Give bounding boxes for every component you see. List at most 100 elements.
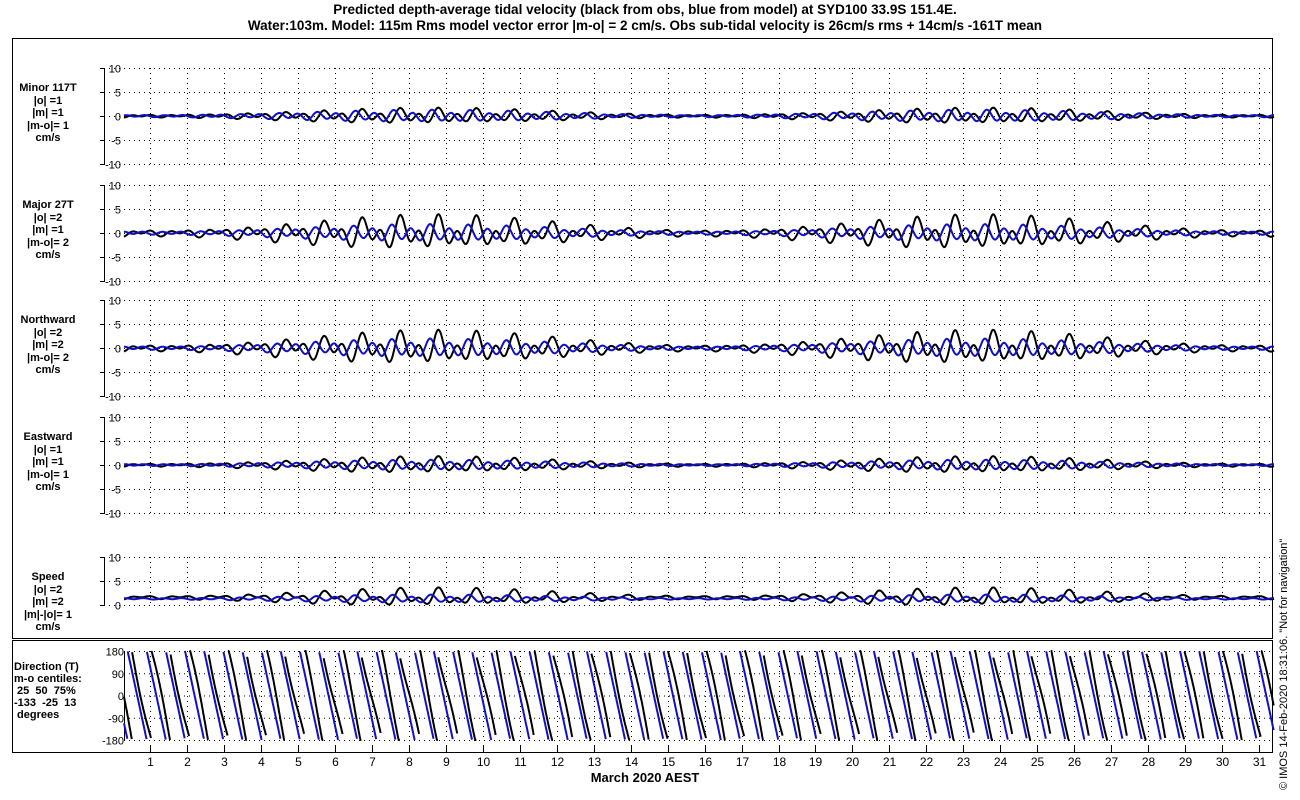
panel-label-line: cm/s	[35, 249, 61, 261]
xtick-label-21: 22	[920, 755, 934, 769]
xtick-label-19: 20	[846, 755, 860, 769]
panel-label-line: |o| =2	[33, 583, 63, 596]
ytick-label-major-3: -5	[111, 253, 121, 265]
xtick-label-14: 15	[662, 755, 676, 769]
xtick-label-16: 17	[736, 755, 750, 769]
xtick-label-27: 28	[1142, 755, 1156, 769]
xtick-label-24: 25	[1031, 755, 1045, 769]
ytick-label-major-0: 10	[109, 181, 121, 193]
panel-label-line: cm/s	[35, 621, 61, 633]
ytick-label-direction-4: -180	[102, 736, 124, 748]
panel-label-line: |m-o|= 1	[27, 119, 69, 132]
xtick-label-29: 30	[1216, 755, 1230, 769]
panel-label-direction: Direction (T) m-o centiles: 25 50 75% -133…	[14, 661, 82, 721]
ytick-label-northward-2: 0	[115, 344, 121, 356]
panel-label-line: Northward	[20, 314, 76, 326]
ytick-label-northward-0: 10	[109, 296, 121, 308]
xtick-label-12: 13	[588, 755, 602, 769]
xtick-label-25: 26	[1068, 755, 1082, 769]
panel-label-line: |m| =2	[32, 339, 64, 351]
ytick-label-speed-0: 10	[109, 553, 121, 565]
ytick-label-major-1: 5	[115, 205, 121, 217]
ytick-label-major-2: 0	[115, 229, 121, 241]
panel-label-northward: Northward |o| =2 |m| =2 |m-o|= 2 cm/s	[8, 314, 88, 377]
direction-label-line: degrees	[14, 709, 60, 721]
xtick-label-5: 6	[332, 755, 339, 769]
ytick-label-minor-1: 5	[115, 88, 121, 100]
ytick-label-direction-0: 180	[106, 647, 124, 659]
xtick-label-18: 19	[809, 755, 823, 769]
xtick-label-6: 7	[369, 755, 376, 769]
ytick-label-eastward-4: -10	[105, 509, 121, 521]
panel-label-line: cm/s	[35, 481, 61, 493]
panel-label-line: Speed	[31, 571, 65, 583]
xtick-label-8: 9	[443, 755, 450, 769]
xtick-label-9: 10	[477, 755, 491, 769]
xtick-label-4: 5	[295, 755, 302, 769]
xtick-label-13: 14	[625, 755, 639, 769]
ytick-label-northward-1: 5	[115, 320, 121, 332]
panel-label-line: |m-o|= 2	[27, 351, 69, 364]
direction-label-line: -133 -25 13	[14, 697, 77, 709]
panel-label-major: Major 27T |o| =2 |m| =1 |m-o|= 2 cm/s	[8, 199, 88, 262]
xtick-label-17: 18	[773, 755, 787, 769]
tidal-velocity-chart: 10 5 0 -5 -10 10 5 0 -5 -10 10 5 0 -5 -10 10 5 0 -5 -10 10 5 0…	[12, 38, 1275, 769]
panel-label-line: |m| =1	[32, 107, 64, 119]
ytick-label-northward-3: -5	[111, 368, 121, 380]
xtick-label-22: 23	[957, 755, 971, 769]
panel-label-line: |o| =1	[33, 443, 63, 456]
series-direction-model	[123, 650, 1275, 741]
panel-label-line: |m-o|= 1	[27, 468, 69, 481]
ytick-label-eastward-2: 0	[115, 461, 121, 473]
panel-label-speed: Speed |o| =2 |m| =2 |m|-|o|= 1 cm/s	[8, 571, 88, 634]
direction-label-line: m-o centiles:	[14, 673, 82, 685]
xtick-label-26: 27	[1105, 755, 1119, 769]
panel-label-minor: Minor 117T |o| =1 |m| =1 |m-o|= 1 cm/s	[8, 82, 88, 145]
xtick-label-10: 11	[514, 755, 527, 769]
xtick-label-11: 12	[551, 755, 565, 769]
ytick-label-northward-4: -10	[105, 392, 121, 404]
xtick-label-20: 21	[883, 755, 897, 769]
panel-label-line: Major 27T	[22, 199, 74, 211]
panel-label-line: |m|-|o|= 1	[23, 608, 73, 621]
ytick-label-speed-1: 5	[115, 577, 121, 589]
ytick-label-minor-0: 10	[109, 64, 121, 76]
ytick-label-eastward-1: 5	[115, 437, 121, 449]
direction-label-line: Direction (T)	[14, 661, 79, 673]
ytick-label-major-4: -10	[105, 277, 121, 289]
panel-label-line: |m| =2	[32, 596, 64, 608]
panel-label-line: |m| =1	[32, 224, 64, 236]
panel-label-line: cm/s	[35, 132, 61, 144]
footer-credit: © IMOS 14-Feb-2020 18:31:06. "Not for na…	[1278, 538, 1290, 790]
xtick-label-23: 24	[994, 755, 1008, 769]
upper-frame	[12, 38, 1273, 639]
xtick-label-3: 4	[258, 755, 265, 769]
panel-label-line: |o| =2	[33, 211, 63, 224]
panel-label-line: Minor 117T	[19, 82, 77, 94]
panel-label-line: |o| =2	[33, 326, 63, 339]
panel-label-line: |o| =1	[33, 94, 63, 107]
xtick-label-30: 31	[1253, 755, 1267, 769]
ytick-label-speed-2: 0	[115, 601, 121, 613]
panel-label-line: |m| =1	[32, 456, 64, 468]
xtick-label-28: 29	[1179, 755, 1193, 769]
ytick-label-eastward-0: 10	[109, 413, 121, 425]
panel-label-line: |m-o|= 2	[27, 236, 69, 249]
xtick-label-2: 3	[221, 755, 228, 769]
direction-label-line: 25 50 75%	[14, 685, 76, 697]
xtick-label-7: 8	[406, 755, 413, 769]
xtick-label-15: 16	[699, 755, 713, 769]
panel-label-line: cm/s	[35, 364, 61, 376]
panel-label-line: Eastward	[23, 431, 73, 443]
ytick-label-direction-1: 90	[112, 669, 124, 681]
xtick-label-0: 1	[147, 755, 154, 769]
panel-label-eastward: Eastward |o| =1 |m| =1 |m-o|= 1 cm/s	[8, 431, 88, 494]
ytick-label-minor-4: -10	[105, 160, 121, 172]
ytick-label-minor-3: -5	[111, 136, 121, 148]
series-major-obs	[123, 213, 1275, 249]
x-axis-label: March 2020 AEST	[590, 770, 700, 785]
ytick-label-minor-2: 0	[115, 112, 121, 124]
ytick-label-direction-3: -90	[108, 713, 124, 725]
xtick-label-1: 2	[184, 755, 191, 769]
ytick-label-eastward-3: -5	[111, 485, 121, 497]
